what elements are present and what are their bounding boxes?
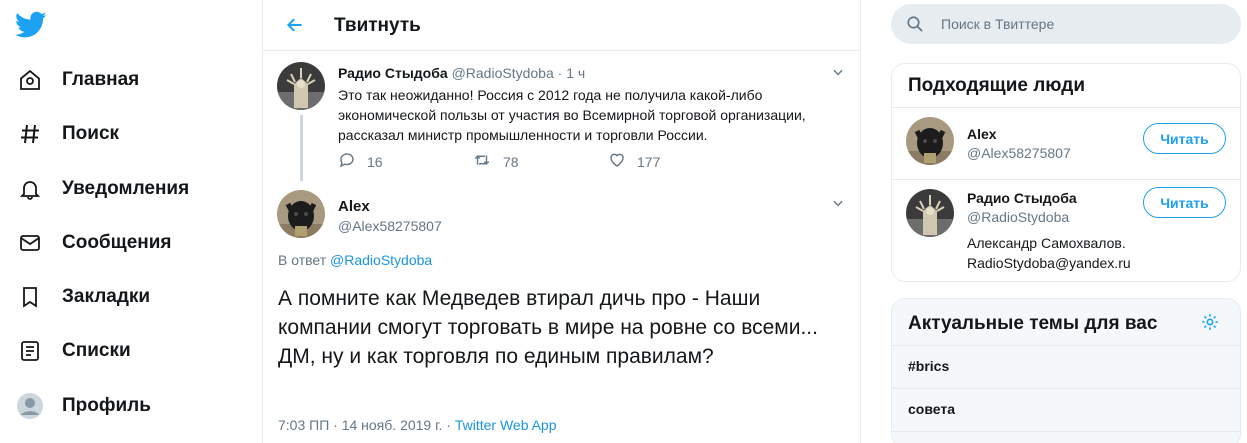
nav-item-notifications[interactable]: Уведомления [14, 169, 189, 209]
reply-count: 16 [367, 154, 383, 170]
in-reply-handle-link[interactable]: @RadioStydoba [330, 252, 432, 268]
nav-item-profile[interactable]: Профиль [14, 386, 151, 426]
envelope-icon [14, 227, 46, 259]
nav-item-messages[interactable]: Сообщения [14, 223, 172, 263]
search-input[interactable] [941, 16, 1221, 32]
author-name[interactable]: Alex [338, 198, 370, 215]
in-reply-prefix: В ответ [278, 252, 327, 268]
search-box[interactable] [891, 4, 1241, 44]
user-bio: Александр Самохвалов. RadioStydoba@yande… [967, 235, 1131, 271]
search-icon [905, 14, 925, 34]
user-name[interactable]: Радио Стыдоба [967, 190, 1077, 206]
chevron-down-icon[interactable] [830, 195, 846, 211]
author-handle[interactable]: @Alex58275807 [338, 218, 442, 234]
user-name[interactable]: Alex [967, 126, 997, 142]
like-button[interactable]: 177 [608, 150, 660, 174]
nav-item-label: Сообщения [62, 232, 172, 253]
list-icon [14, 335, 46, 367]
tweet-text: Это так неожиданно! Россия с 2012 года н… [338, 87, 806, 143]
divider [892, 431, 1240, 432]
bookmark-icon [14, 281, 46, 313]
divider [892, 345, 1240, 346]
nav-item-label: Закладки [62, 286, 151, 307]
page-title: Твитнуть [334, 15, 421, 36]
gear-icon[interactable] [1199, 311, 1221, 333]
retweet-count: 78 [503, 154, 519, 170]
separator: · [557, 65, 563, 81]
tweet-meta: 7:03 ПП · 14 нояб. 2019 г. · Twitter Web… [278, 417, 557, 433]
divider [892, 388, 1240, 389]
nav-item-home[interactable]: Главная [14, 60, 139, 100]
home-icon [14, 64, 46, 96]
panel-title: Актуальные темы для вас [908, 313, 1158, 334]
chevron-down-icon[interactable] [830, 64, 846, 80]
twitter-bird-icon[interactable] [14, 11, 47, 39]
tweet-header: Радио Стыдоба @RadioStydoba · 1 ч [338, 65, 585, 81]
nav-item-explore[interactable]: Поиск [14, 114, 119, 154]
avatar-icon [14, 390, 46, 422]
trend-item[interactable]: совета [908, 401, 955, 417]
author-handle[interactable]: @RadioStydoba [452, 65, 554, 81]
original-tweet[interactable]: Радио Стыдоба @RadioStydoba · 1 ч Это та… [263, 52, 861, 188]
tweet-source-link[interactable]: Twitter Web App [455, 417, 557, 433]
follow-button[interactable]: Читать [1143, 187, 1226, 218]
tweet-timestamp[interactable]: 7:03 ПП · 14 нояб. 2019 г. · [278, 417, 455, 433]
reply-button[interactable]: 16 [338, 150, 383, 174]
nav-item-lists[interactable]: Списки [14, 331, 131, 371]
who-to-follow-panel: Подходящие люди Alex @Alex58275807 Читат… [891, 63, 1241, 282]
user-handle[interactable]: @Alex58275807 [967, 145, 1071, 161]
bell-icon [14, 173, 46, 205]
tweet-time[interactable]: 1 ч [566, 65, 585, 81]
nav-item-label: Уведомления [62, 178, 190, 199]
thread-line [300, 115, 303, 181]
right-sidebar: Подходящие люди Alex @Alex58275807 Читат… [891, 0, 1241, 443]
avatar[interactable] [906, 117, 954, 165]
tweet-text: А помните как Медведев втирал дичь про -… [278, 287, 818, 368]
nav-item-label: Списки [62, 340, 131, 361]
hashtag-icon [14, 118, 46, 150]
like-count: 177 [637, 154, 661, 170]
tweet-actions: 16 78 177 [338, 150, 758, 174]
panel-title: Подходящие люди [908, 75, 1086, 96]
follow-button[interactable]: Читать [1143, 123, 1226, 154]
suggested-user[interactable]: Alex @Alex58275807 Читать [892, 107, 1240, 179]
focused-tweet: Alex @Alex58275807 В ответ @RadioStydoba… [263, 188, 861, 443]
header-bar: Твитнуть [263, 0, 860, 51]
nav-item-bookmarks[interactable]: Закладки [14, 277, 150, 317]
retweet-button[interactable]: 78 [472, 150, 519, 174]
nav-item-label: Поиск [62, 123, 120, 144]
retweet-icon [472, 151, 492, 174]
nav-item-label: Главная [62, 69, 140, 90]
author-name[interactable]: Радио Стыдоба [338, 65, 448, 81]
trends-panel: Актуальные темы для вас #brics совета [891, 298, 1241, 443]
avatar[interactable] [277, 190, 325, 238]
tweet-detail-column: Твитнуть Радио Стыдоба @RadioStydoba · 1… [262, 0, 861, 443]
reply-icon [338, 151, 356, 174]
left-nav: Главная Поиск Уведомления Сообщения Закл… [0, 0, 262, 443]
nav-item-label: Профиль [62, 395, 151, 416]
avatar[interactable] [906, 189, 954, 237]
arrow-left-icon[interactable] [281, 11, 309, 39]
user-handle[interactable]: @RadioStydoba [967, 209, 1069, 225]
trend-item[interactable]: #brics [908, 358, 949, 374]
heart-icon [608, 151, 626, 174]
suggested-user[interactable]: Радио Стыдоба @RadioStydoba Александр Са… [892, 179, 1240, 281]
avatar[interactable] [277, 62, 325, 110]
in-reply-to: В ответ @RadioStydoba [278, 252, 432, 268]
